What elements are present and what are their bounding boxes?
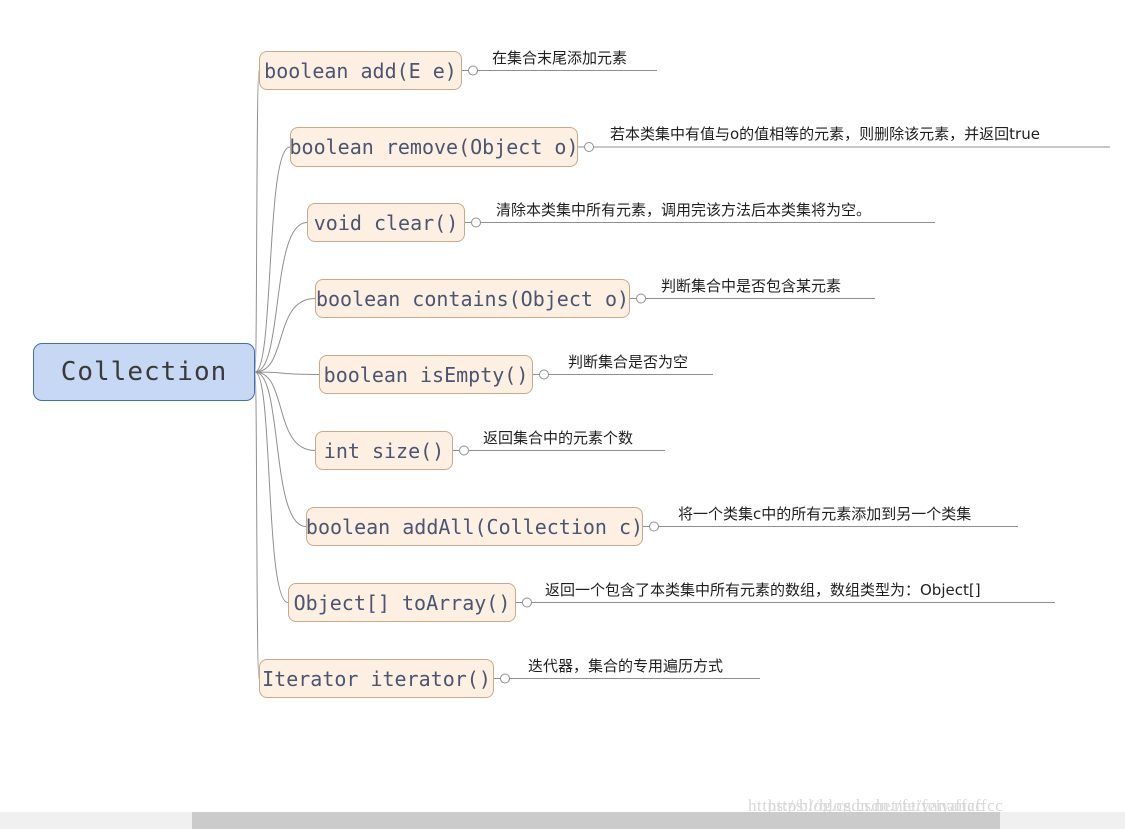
annotation-label: 判断集合是否为空 xyxy=(568,352,689,371)
root-node-label: Collection xyxy=(60,357,228,387)
root-to-method-connector xyxy=(254,70,260,373)
root-to-method-connector xyxy=(254,371,316,451)
root-to-method-connector xyxy=(254,371,307,527)
method-node[interactable]: int size() xyxy=(315,431,453,470)
method-node-label: boolean add(E e) xyxy=(264,58,457,83)
annotation-label: 返回一个包含了本类集中所有元素的数组，数组类型为：Object[] xyxy=(545,580,981,599)
root-node-collection[interactable]: Collection xyxy=(33,343,255,401)
method-node-label: boolean contains(Object o) xyxy=(315,286,630,311)
annotation-bullet-icon xyxy=(522,597,532,608)
method-node[interactable]: void clear() xyxy=(307,203,465,242)
method-node[interactable]: Iterator iterator() xyxy=(259,659,494,698)
annotation-label: 清除本类集中所有元素，调用完该方法后本类集将为空。 xyxy=(496,200,872,219)
annotation-bullet-icon xyxy=(539,369,549,380)
annotation-label: 迭代器，集合的专用遍历方式 xyxy=(528,656,724,675)
annotation-label: 若本类集中有值与o的值相等的元素，则删除该元素，并返回true xyxy=(610,125,1040,143)
annotation-label: 判断集合中是否包含某元素 xyxy=(661,276,842,295)
root-to-method-connector xyxy=(254,371,260,679)
annotation-bullet-icon xyxy=(468,65,478,76)
mindmap-canvas: Collection boolean add(E e) 在集合末尾添加元素 bool… xyxy=(0,0,1125,829)
annotation-label: 返回集合中的元素个数 xyxy=(483,428,634,447)
method-node-label: void clear() xyxy=(313,210,459,235)
annotation-bullet-icon xyxy=(584,142,594,152)
annotation-label: 将一个类集c中的所有元素添加到另一个类集 xyxy=(678,504,972,523)
annotation-bullet-icon xyxy=(649,521,659,532)
horizontal-scrollbar-thumb[interactable] xyxy=(192,812,1000,829)
method-node[interactable]: boolean isEmpty() xyxy=(319,355,533,394)
method-node-label: Iterator iterator() xyxy=(262,666,491,691)
annotation-bullet-icon xyxy=(500,673,510,684)
method-node[interactable]: boolean addAll(Collection c) xyxy=(306,507,643,546)
method-node[interactable]: boolean contains(Object o) xyxy=(315,279,630,318)
method-node-label: boolean isEmpty() xyxy=(323,362,529,387)
method-node[interactable]: Object[] toArray() xyxy=(288,583,516,622)
annotation-bullet-icon xyxy=(636,293,646,304)
horizontal-scrollbar-track[interactable] xyxy=(0,812,1125,829)
root-to-method-connector xyxy=(254,146,291,373)
method-node[interactable]: boolean add(E e) xyxy=(259,51,462,90)
annotation-label: 在集合末尾添加元素 xyxy=(492,48,628,67)
annotation-bullet-icon xyxy=(459,445,469,456)
method-node[interactable]: boolean remove(Object o) xyxy=(289,127,579,167)
method-node-label: int size() xyxy=(323,438,445,463)
method-node-label: boolean addAll(Collection c) xyxy=(305,514,644,539)
root-to-method-connector xyxy=(254,222,308,373)
root-to-method-connector xyxy=(254,298,316,373)
method-node-label: Object[] toArray() xyxy=(293,590,511,615)
method-node-label: boolean remove(Object o) xyxy=(289,135,579,159)
root-to-method-connector xyxy=(254,371,289,603)
root-to-method-connector xyxy=(254,371,320,375)
annotation-bullet-icon xyxy=(471,217,481,228)
